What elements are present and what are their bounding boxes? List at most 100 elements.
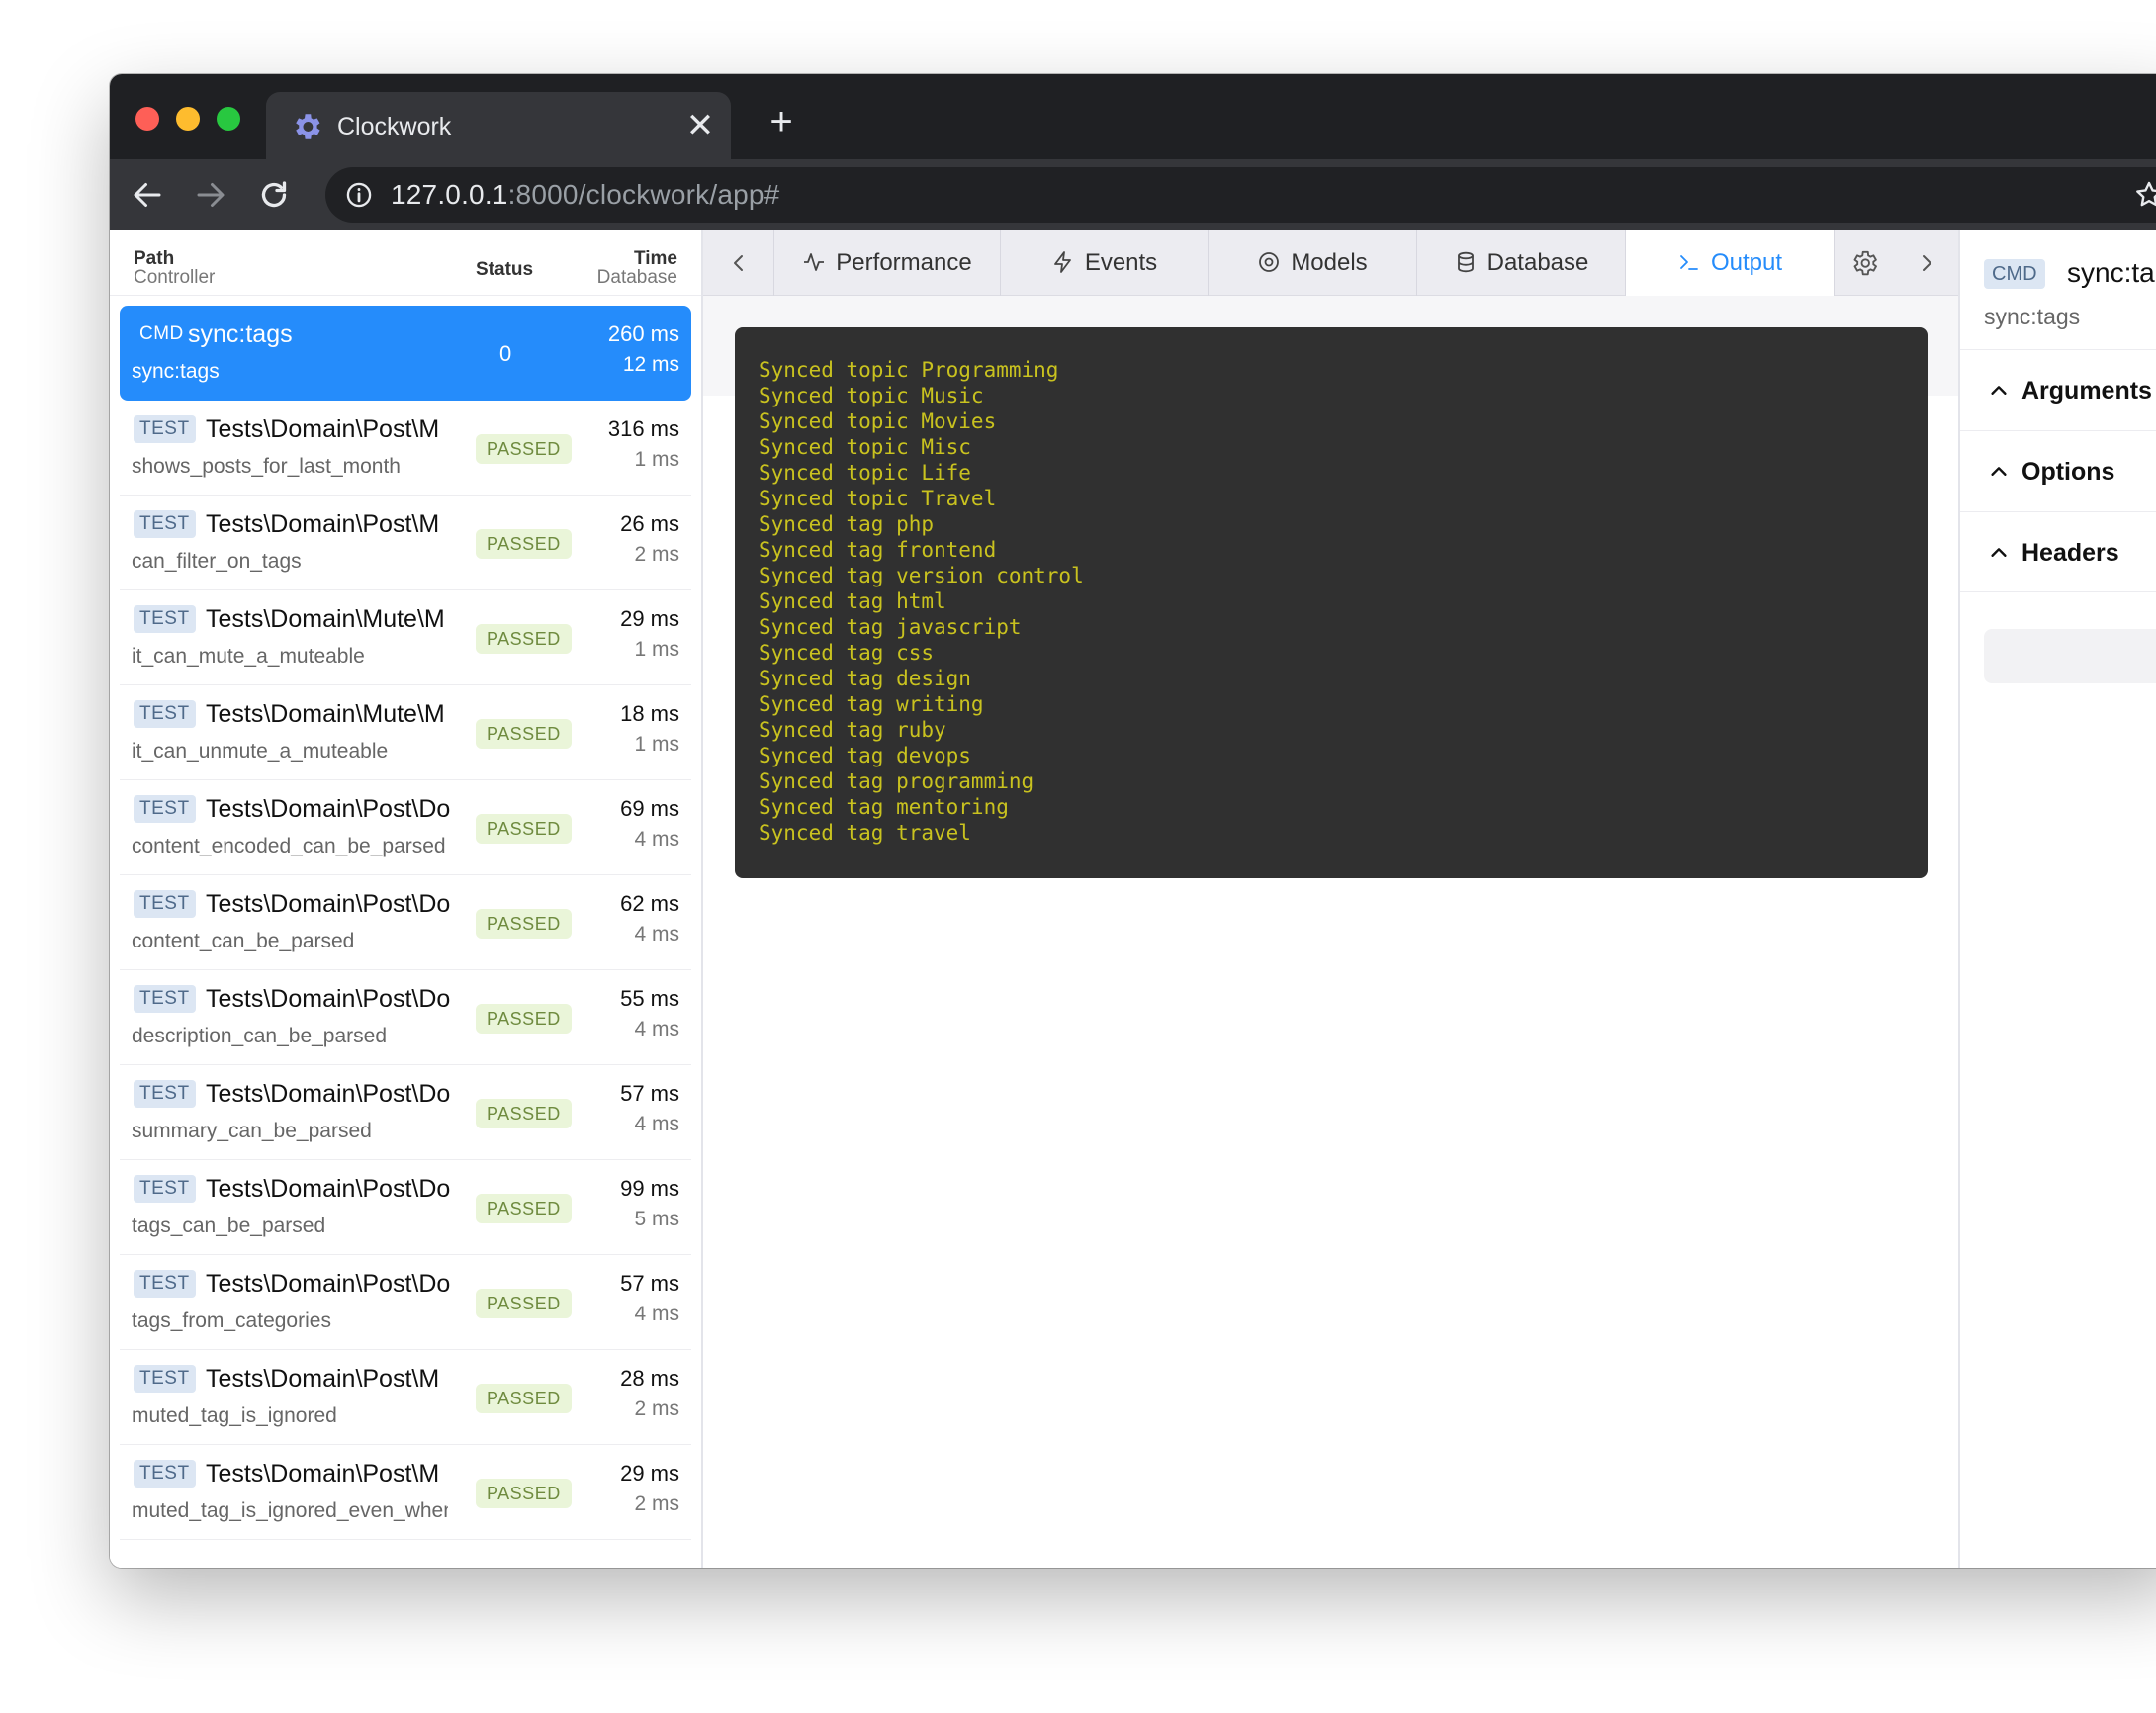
tab-performance[interactable]: Performance bbox=[774, 230, 1001, 296]
database-icon bbox=[1457, 251, 1474, 273]
request-row[interactable]: TEST Tests\Domain\Post\Do tags_can_be_pars… bbox=[120, 1160, 691, 1255]
request-database-time: 2 ms bbox=[634, 1397, 679, 1420]
new-tab-button[interactable]: + bbox=[764, 102, 798, 141]
request-row[interactable]: TEST Tests\Domain\Post\Do tags_from_catego… bbox=[120, 1255, 691, 1350]
output-line: Synced tag design bbox=[759, 667, 971, 690]
tab-models[interactable]: Models bbox=[1209, 230, 1417, 296]
section-arguments-label: Arguments bbox=[2021, 377, 2152, 405]
exit-code: 0 bbox=[499, 341, 512, 366]
status-badge: PASSED bbox=[476, 1479, 572, 1508]
request-type-badge: TEST bbox=[134, 1270, 196, 1298]
url-text[interactable]: 127.0.0.1:8000/clockwork/app# bbox=[391, 179, 779, 211]
gear-icon bbox=[290, 110, 323, 143]
request-time: 260 ms bbox=[607, 321, 679, 346]
request-time: 28 ms bbox=[620, 1366, 679, 1391]
browser-tab[interactable]: Clockwork ✕ bbox=[266, 92, 731, 159]
status-badge: PASSED bbox=[476, 1004, 572, 1034]
request-path: Tests\Domain\Post\M bbox=[206, 1460, 440, 1488]
request-row[interactable]: TEST Tests\Domain\Post\M muted_tag_is_igno… bbox=[120, 1350, 691, 1445]
section-headers[interactable]: Headers bbox=[1960, 511, 2156, 592]
clockwork-app: Path Controller Status Time Database CMD… bbox=[110, 230, 2156, 1568]
scroll-tabs-left-button[interactable] bbox=[703, 230, 774, 296]
request-database-time: 1 ms bbox=[634, 733, 679, 756]
request-row[interactable]: TEST Tests\Domain\Post\M shows_posts_for_l… bbox=[120, 401, 691, 496]
request-controller: tags_can_be_parsed bbox=[132, 1215, 326, 1237]
output-line: Synced topic Movies bbox=[759, 409, 997, 433]
arrow-left-icon[interactable] bbox=[130, 177, 165, 213]
request-controller: can_filter_on_tags bbox=[132, 550, 302, 573]
output-line: Synced tag writing bbox=[759, 692, 984, 716]
header-status[interactable]: Status bbox=[476, 260, 533, 279]
tab-models-label: Models bbox=[1291, 249, 1368, 276]
request-controller: muted_tag_is_ignored bbox=[132, 1404, 337, 1427]
request-time: 62 ms bbox=[620, 891, 679, 916]
header-path[interactable]: Path bbox=[134, 249, 174, 268]
tab-output[interactable]: Output bbox=[1626, 230, 1835, 297]
chevron-up-icon bbox=[1991, 467, 2007, 476]
request-row[interactable]: TEST Tests\Domain\Post\M can_filter_on_tag… bbox=[120, 496, 691, 590]
request-path: Tests\Domain\Post\Do bbox=[206, 1270, 451, 1298]
details-subtitle: sync:tags bbox=[1984, 304, 2081, 329]
output-line: Synced tag version control bbox=[759, 564, 1084, 587]
tab-database[interactable]: Database bbox=[1417, 230, 1626, 296]
request-row[interactable]: CMD sync:tags sync:tags 0 260 ms 12 ms bbox=[120, 306, 691, 401]
browser-toolbar: 127.0.0.1:8000/clockwork/app# bbox=[110, 159, 2156, 230]
section-headers-label: Headers bbox=[2021, 539, 2119, 567]
request-row[interactable]: TEST Tests\Domain\Post\Do content_encoded_… bbox=[120, 780, 691, 875]
request-database-time: 4 ms bbox=[634, 1303, 679, 1325]
chevron-up-icon bbox=[1991, 386, 2007, 395]
section-options[interactable]: Options bbox=[1960, 430, 2156, 511]
status-badge: PASSED bbox=[476, 624, 572, 654]
request-row[interactable]: TEST Tests\Domain\Post\Do content_can_be_p… bbox=[120, 875, 691, 970]
status-badge: PASSED bbox=[476, 1194, 572, 1223]
settings-button[interactable] bbox=[1835, 230, 1894, 296]
star-icon[interactable] bbox=[2133, 179, 2156, 211]
output-line: Synced topic Music bbox=[759, 384, 984, 407]
output-panel: Synced topic Programming Synced topic Mus… bbox=[703, 296, 1958, 1568]
request-time: 69 ms bbox=[620, 796, 679, 821]
chevron-left-icon bbox=[733, 255, 743, 271]
scroll-tabs-right-button[interactable] bbox=[1894, 230, 1958, 296]
close-tab-icon[interactable]: ✕ bbox=[685, 109, 715, 142]
status-badge: PASSED bbox=[476, 1289, 572, 1318]
request-controller: content_encoded_can_be_parsed bbox=[132, 835, 446, 857]
details-filter-input[interactable] bbox=[1984, 629, 2156, 683]
info-icon[interactable] bbox=[345, 181, 373, 209]
lightning-icon bbox=[1053, 251, 1071, 273]
status-badge: PASSED bbox=[476, 434, 572, 464]
details-title: sync:ta bbox=[2067, 257, 2155, 288]
request-time: 18 ms bbox=[620, 701, 679, 726]
request-database-time: 4 ms bbox=[634, 1018, 679, 1040]
address-bar[interactable]: 127.0.0.1:8000/clockwork/app# bbox=[325, 167, 2156, 223]
request-row[interactable]: TEST Tests\Domain\Mute\M it_can_mute_a_mut… bbox=[120, 590, 691, 685]
request-row[interactable]: TEST Tests\Domain\Post\Do description_can_… bbox=[120, 970, 691, 1065]
header-database: Database bbox=[596, 267, 677, 288]
tab-title: Clockwork bbox=[337, 113, 452, 140]
output-line: Synced tag php bbox=[759, 512, 935, 536]
tab-events[interactable]: Events bbox=[1001, 230, 1209, 296]
minimize-window-button[interactable] bbox=[176, 107, 200, 131]
header-controller: Controller bbox=[134, 267, 216, 288]
command-output-terminal: Synced topic Programming Synced topic Mus… bbox=[735, 327, 1928, 878]
request-time: 29 ms bbox=[620, 606, 679, 631]
request-type-badge: TEST bbox=[134, 1080, 196, 1108]
status-badge: PASSED bbox=[476, 1099, 572, 1128]
request-database-time: 4 ms bbox=[634, 923, 679, 946]
request-type-badge: TEST bbox=[134, 1460, 196, 1488]
request-type-badge: TEST bbox=[134, 1365, 196, 1393]
section-arguments[interactable]: Arguments bbox=[1960, 349, 2156, 430]
arrow-right-icon[interactable] bbox=[193, 177, 228, 213]
output-line: Synced topic Misc bbox=[759, 435, 971, 459]
output-line: Synced topic Life bbox=[759, 461, 971, 485]
close-window-button[interactable] bbox=[135, 107, 159, 131]
request-row[interactable]: TEST Tests\Domain\Post\Do summary_can_be_p… bbox=[120, 1065, 691, 1160]
header-time[interactable]: Time bbox=[634, 249, 677, 268]
request-row[interactable]: TEST Tests\Domain\Mute\M it_can_unmute_a_m… bbox=[120, 685, 691, 780]
output-line: Synced tag javascript bbox=[759, 615, 1022, 639]
request-type-badge: TEST bbox=[134, 700, 196, 728]
request-row[interactable]: TEST Tests\Domain\Post\M muted_tag_is_igno… bbox=[120, 1445, 691, 1540]
reload-icon[interactable] bbox=[256, 177, 292, 213]
request-time: 26 ms bbox=[620, 511, 679, 536]
output-line: Synced tag ruby bbox=[759, 718, 946, 742]
maximize-window-button[interactable] bbox=[217, 107, 240, 131]
